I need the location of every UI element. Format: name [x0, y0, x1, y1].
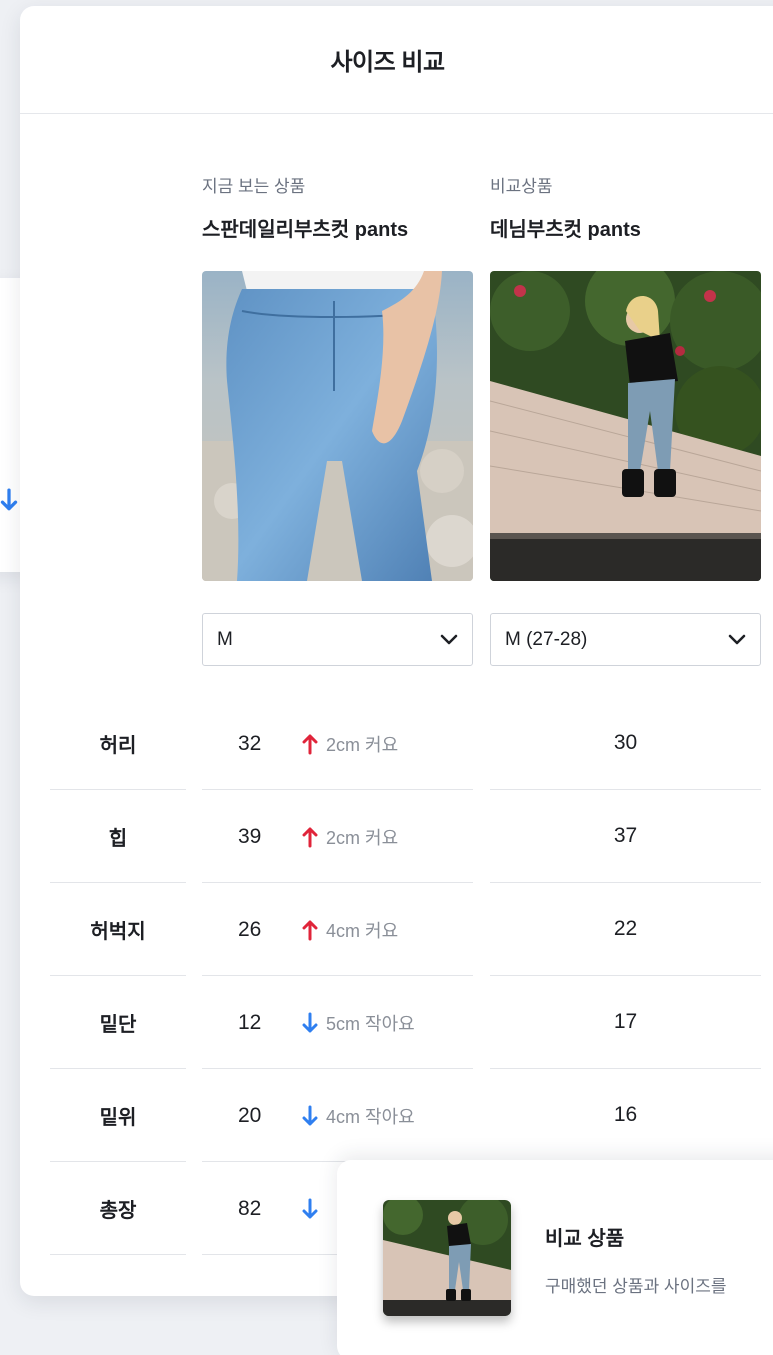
size-row-thigh: 허벅지 26 4cm 커요 22: [20, 883, 773, 976]
current-cell: 39 2cm 커요: [202, 790, 473, 883]
current-cell: 26 4cm 커요: [202, 883, 473, 976]
panel-header: 사이즈 비교: [20, 6, 773, 114]
compare-product-toast[interactable]: 비교 상품 구매했던 상품과 사이즈를: [337, 1160, 773, 1355]
toast-description: 구매했던 상품과 사이즈를: [545, 1277, 727, 1296]
size-diff: 5cm 작아요: [302, 976, 415, 1069]
size-row-rise: 밑위 20 4cm 작아요 16: [20, 1069, 773, 1162]
size-diff: 2cm 커요: [302, 697, 398, 790]
panel-title: 사이즈 비교: [330, 49, 445, 76]
diff-text: 2cm 커요: [326, 734, 399, 755]
diff-text: 2cm 커요: [326, 827, 399, 848]
current-size-value: M: [217, 628, 233, 650]
arrow-up-icon: [302, 734, 318, 754]
row-label: 총장: [50, 1162, 186, 1255]
compare-product-image: [490, 271, 761, 581]
arrow-down-icon: [302, 1105, 318, 1125]
diff-text: 5cm 작아요: [326, 1013, 415, 1034]
row-label: 밑단: [50, 976, 186, 1069]
size-diff: [302, 1162, 326, 1255]
current-product-label: 지금 보는 상품: [202, 177, 306, 196]
diff-text: 4cm 커요: [326, 920, 399, 941]
arrow-up-icon: [302, 827, 318, 847]
current-value: 26: [238, 917, 262, 941]
row-label: 힙: [50, 790, 186, 883]
compare-value: 30: [490, 697, 761, 790]
size-compare-panel: 사이즈 비교 지금 보는 상품 스판데일리부츠컷 pants 비교상품 데님부츠…: [20, 6, 773, 1296]
row-label: 밑위: [50, 1069, 186, 1162]
compare-value: 16: [490, 1069, 761, 1162]
compare-product-name: 데님부츠컷 pants: [490, 219, 641, 241]
compare-value: 22: [490, 883, 761, 976]
compare-size-value: M (27-28): [505, 628, 588, 650]
size-diff: 2cm 커요: [302, 790, 398, 883]
size-diff: 4cm 작아요: [302, 1069, 415, 1162]
chevron-down-icon: [728, 634, 746, 644]
row-label: 허벅지: [50, 883, 186, 976]
size-row-waist: 허리 32 2cm 커요 30: [20, 697, 773, 790]
toast-product-thumbnail: [383, 1200, 511, 1316]
current-value: 20: [238, 1103, 262, 1127]
current-cell: 32 2cm 커요: [202, 697, 473, 790]
current-cell: 12 5cm 작아요: [202, 976, 473, 1069]
current-value: 39: [238, 824, 262, 848]
arrow-down-icon: [302, 1012, 318, 1032]
compare-value: 17: [490, 976, 761, 1069]
current-value: 82: [238, 1196, 262, 1220]
current-product-name: 스판데일리부츠컷 pants: [202, 219, 409, 241]
size-row-hip: 힙 39 2cm 커요 37: [20, 790, 773, 883]
current-value: 32: [238, 731, 262, 755]
current-cell: 20 4cm 작아요: [202, 1069, 473, 1162]
current-value: 12: [238, 1010, 262, 1034]
diff-text: 4cm 작아요: [326, 1106, 415, 1127]
compare-size-select[interactable]: M (27-28): [490, 613, 761, 666]
row-label: 허리: [50, 697, 186, 790]
arrow-up-icon: [302, 920, 318, 940]
chevron-down-icon: [440, 634, 458, 644]
arrow-down-icon: [302, 1198, 318, 1218]
size-diff: 4cm 커요: [302, 883, 398, 976]
arrow-down-icon: [0, 488, 18, 511]
size-row-hem: 밑단 12 5cm 작아요 17: [20, 976, 773, 1069]
current-product-image: [202, 271, 473, 581]
current-size-select[interactable]: M: [202, 613, 473, 666]
toast-title: 비교 상품: [545, 1228, 625, 1250]
compare-product-label: 비교상품: [490, 177, 553, 196]
compare-value: 37: [490, 790, 761, 883]
